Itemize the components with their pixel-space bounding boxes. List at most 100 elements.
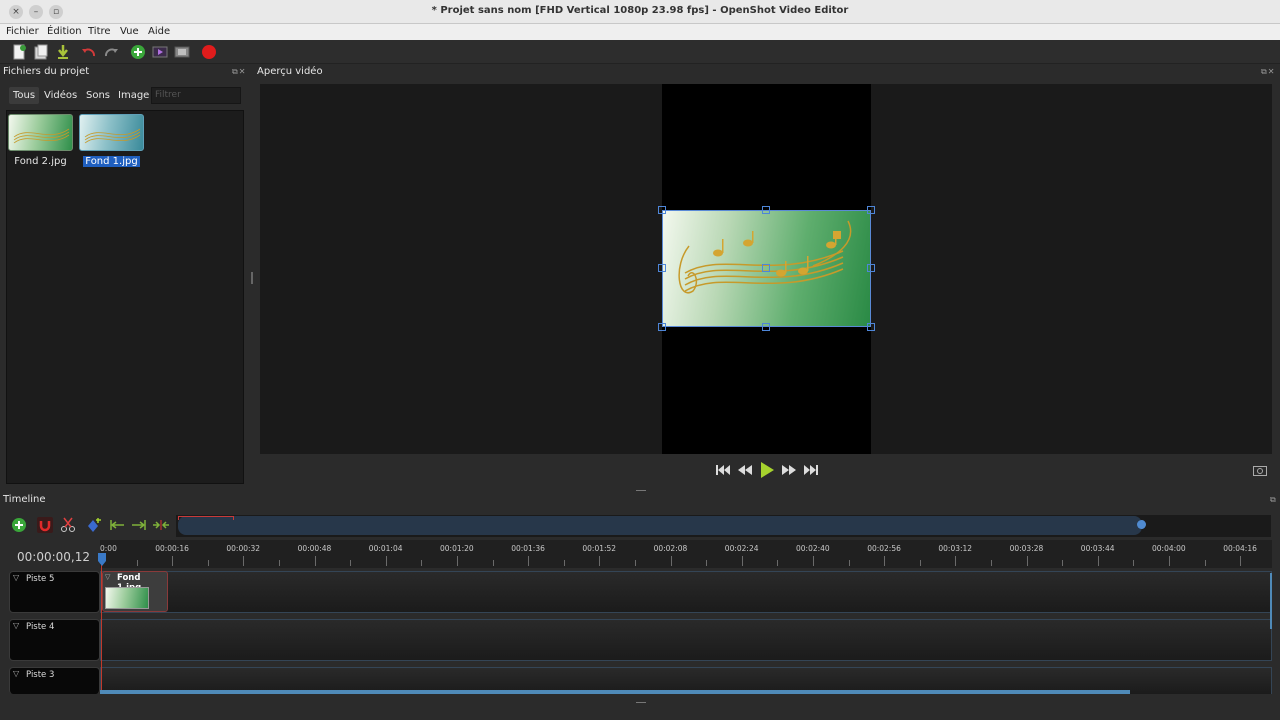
file-label-fond-1-text: Fond 1.jpg bbox=[83, 156, 140, 167]
file-label-fond-2[interactable]: Fond 2.jpg bbox=[8, 156, 73, 167]
jump-end-icon[interactable] bbox=[804, 464, 818, 476]
export-video-icon[interactable] bbox=[201, 44, 217, 60]
add-track-icon[interactable] bbox=[11, 517, 27, 533]
project-files-dock-buttons[interactable]: ⧉✕ bbox=[232, 67, 246, 77]
vertical-scrollbar[interactable] bbox=[1270, 573, 1272, 629]
next-marker-icon[interactable] bbox=[131, 517, 147, 533]
ruler-label: 00:00:32 bbox=[226, 544, 261, 553]
filter-input[interactable]: Filtrer bbox=[151, 87, 241, 104]
ruler-tick bbox=[1026, 556, 1028, 566]
track-collapse-icon[interactable]: ▽ bbox=[13, 573, 19, 582]
ruler-label: 00:01:04 bbox=[368, 544, 403, 553]
open-project-icon[interactable] bbox=[33, 44, 49, 60]
track-body-piste-4[interactable] bbox=[100, 619, 1272, 661]
ruler-tick bbox=[635, 560, 636, 566]
center-playhead-icon[interactable] bbox=[152, 517, 170, 533]
ruler-tick bbox=[350, 560, 352, 566]
menubar: Fichier Édition Titre Vue Aide bbox=[0, 24, 1280, 40]
file-thumbnail-fond-2[interactable] bbox=[8, 114, 73, 151]
new-project-icon[interactable] bbox=[11, 44, 27, 60]
playhead-handle-icon[interactable] bbox=[97, 553, 107, 567]
razor-tool-icon[interactable] bbox=[60, 517, 76, 533]
bottom-splitter-handle[interactable] bbox=[636, 702, 646, 703]
panel-splitter[interactable] bbox=[251, 272, 253, 284]
track-body-piste-5[interactable] bbox=[100, 571, 1272, 613]
horizontal-scrollbar[interactable] bbox=[100, 690, 1130, 694]
zoom-viewport-marker bbox=[178, 516, 234, 520]
transform-handle-center[interactable] bbox=[762, 264, 770, 272]
snap-magnet-icon[interactable] bbox=[37, 517, 53, 533]
window-titlebar: × – ▫ * Projet sans nom [FHD Vertical 10… bbox=[0, 0, 1280, 24]
save-project-icon[interactable] bbox=[55, 44, 71, 60]
transform-handle-top-left[interactable] bbox=[658, 206, 666, 214]
transform-handle-bottom-left[interactable] bbox=[658, 323, 666, 331]
ruler-label: 00:02:24 bbox=[724, 544, 759, 553]
track-header-piste-3[interactable]: ▽ Piste 3 bbox=[9, 667, 100, 694]
current-time-display: 00:00:00,12 bbox=[17, 550, 90, 564]
redo-icon[interactable] bbox=[103, 44, 119, 60]
tab-sons[interactable]: Sons bbox=[82, 87, 114, 104]
ruler-tick bbox=[1169, 556, 1170, 566]
ruler-label: 00:00:16 bbox=[155, 544, 189, 553]
ruler-label: 00:02:08 bbox=[653, 544, 688, 553]
clip-thumbnail bbox=[105, 587, 149, 609]
ruler-tick bbox=[385, 556, 387, 566]
transform-handle-bottom-right[interactable] bbox=[867, 323, 875, 331]
ruler-tick bbox=[1062, 560, 1064, 566]
transform-handle-right[interactable] bbox=[867, 264, 875, 272]
menu-fichier[interactable]: Fichier bbox=[6, 26, 39, 37]
playhead-line[interactable] bbox=[101, 556, 102, 694]
file-thumbnail-fond-1[interactable] bbox=[79, 114, 144, 151]
ruler-tick bbox=[955, 556, 957, 566]
ruler-tick bbox=[314, 556, 316, 566]
ruler-label: 00:03:28 bbox=[1009, 544, 1044, 553]
previous-marker-icon[interactable] bbox=[109, 517, 125, 533]
ruler-label: 00:02:56 bbox=[867, 544, 901, 553]
ruler-tick bbox=[777, 560, 779, 566]
rewind-icon[interactable] bbox=[738, 465, 752, 475]
ruler-tick bbox=[457, 556, 458, 566]
menu-vue[interactable]: Vue bbox=[120, 26, 139, 37]
camera-icon[interactable] bbox=[1253, 464, 1267, 476]
window-title: * Projet sans nom [FHD Vertical 1080p 23… bbox=[431, 5, 849, 16]
clip-menu-icon[interactable]: ▽ bbox=[105, 573, 110, 581]
preview-dock-buttons[interactable]: ⧉✕ bbox=[1261, 67, 1275, 77]
ruler-label: 00:03:12 bbox=[938, 544, 973, 553]
ruler-label: 00:04:16 bbox=[1223, 544, 1257, 553]
tab-videos[interactable]: Vidéos bbox=[40, 87, 81, 104]
splitter-handle[interactable] bbox=[636, 490, 646, 491]
zoom-end-handle[interactable] bbox=[1137, 520, 1146, 529]
track-header-piste-4[interactable]: ▽ Piste 4 bbox=[9, 619, 100, 661]
ruler-tick bbox=[207, 560, 209, 566]
menu-titre[interactable]: Titre bbox=[88, 26, 111, 37]
transform-handle-left[interactable] bbox=[658, 264, 666, 272]
import-files-icon[interactable] bbox=[130, 44, 146, 60]
tab-tous[interactable]: Tous bbox=[9, 87, 40, 104]
transform-handle-bottom[interactable] bbox=[762, 323, 770, 331]
track-header-piste-5[interactable]: ▽ Piste 5 bbox=[9, 571, 100, 613]
transform-handle-top[interactable] bbox=[762, 206, 770, 214]
add-marker-icon[interactable] bbox=[86, 517, 102, 533]
fast-forward-icon[interactable] bbox=[782, 465, 796, 475]
track-collapse-icon[interactable]: ▽ bbox=[13, 669, 19, 678]
fullscreen-icon[interactable] bbox=[174, 44, 190, 60]
timeline-dock-button[interactable]: ⧉ bbox=[1270, 495, 1277, 505]
profile-icon[interactable] bbox=[152, 44, 168, 60]
menu-edition[interactable]: Édition bbox=[47, 26, 82, 37]
file-label-fond-1[interactable]: Fond 1.jpg bbox=[79, 156, 144, 167]
timeline-clip-fond-1[interactable]: ▽ Fond 1.jpg bbox=[102, 571, 168, 612]
ruler-tick bbox=[741, 556, 743, 566]
project-files-title: Fichiers du projet bbox=[3, 66, 90, 77]
ruler-tick bbox=[991, 560, 992, 566]
transform-handle-top-right[interactable] bbox=[867, 206, 875, 214]
undo-icon[interactable] bbox=[81, 44, 97, 60]
timeline-zoom-thumb[interactable] bbox=[178, 516, 1142, 535]
play-icon[interactable] bbox=[760, 462, 774, 478]
ruler-tick bbox=[172, 556, 174, 566]
ruler-tick bbox=[492, 560, 494, 566]
menu-aide[interactable]: Aide bbox=[148, 26, 170, 37]
track-collapse-icon[interactable]: ▽ bbox=[13, 621, 19, 630]
jump-start-icon[interactable] bbox=[716, 464, 730, 476]
tab-image[interactable]: Image bbox=[114, 87, 153, 104]
ruler-tick bbox=[919, 560, 921, 566]
